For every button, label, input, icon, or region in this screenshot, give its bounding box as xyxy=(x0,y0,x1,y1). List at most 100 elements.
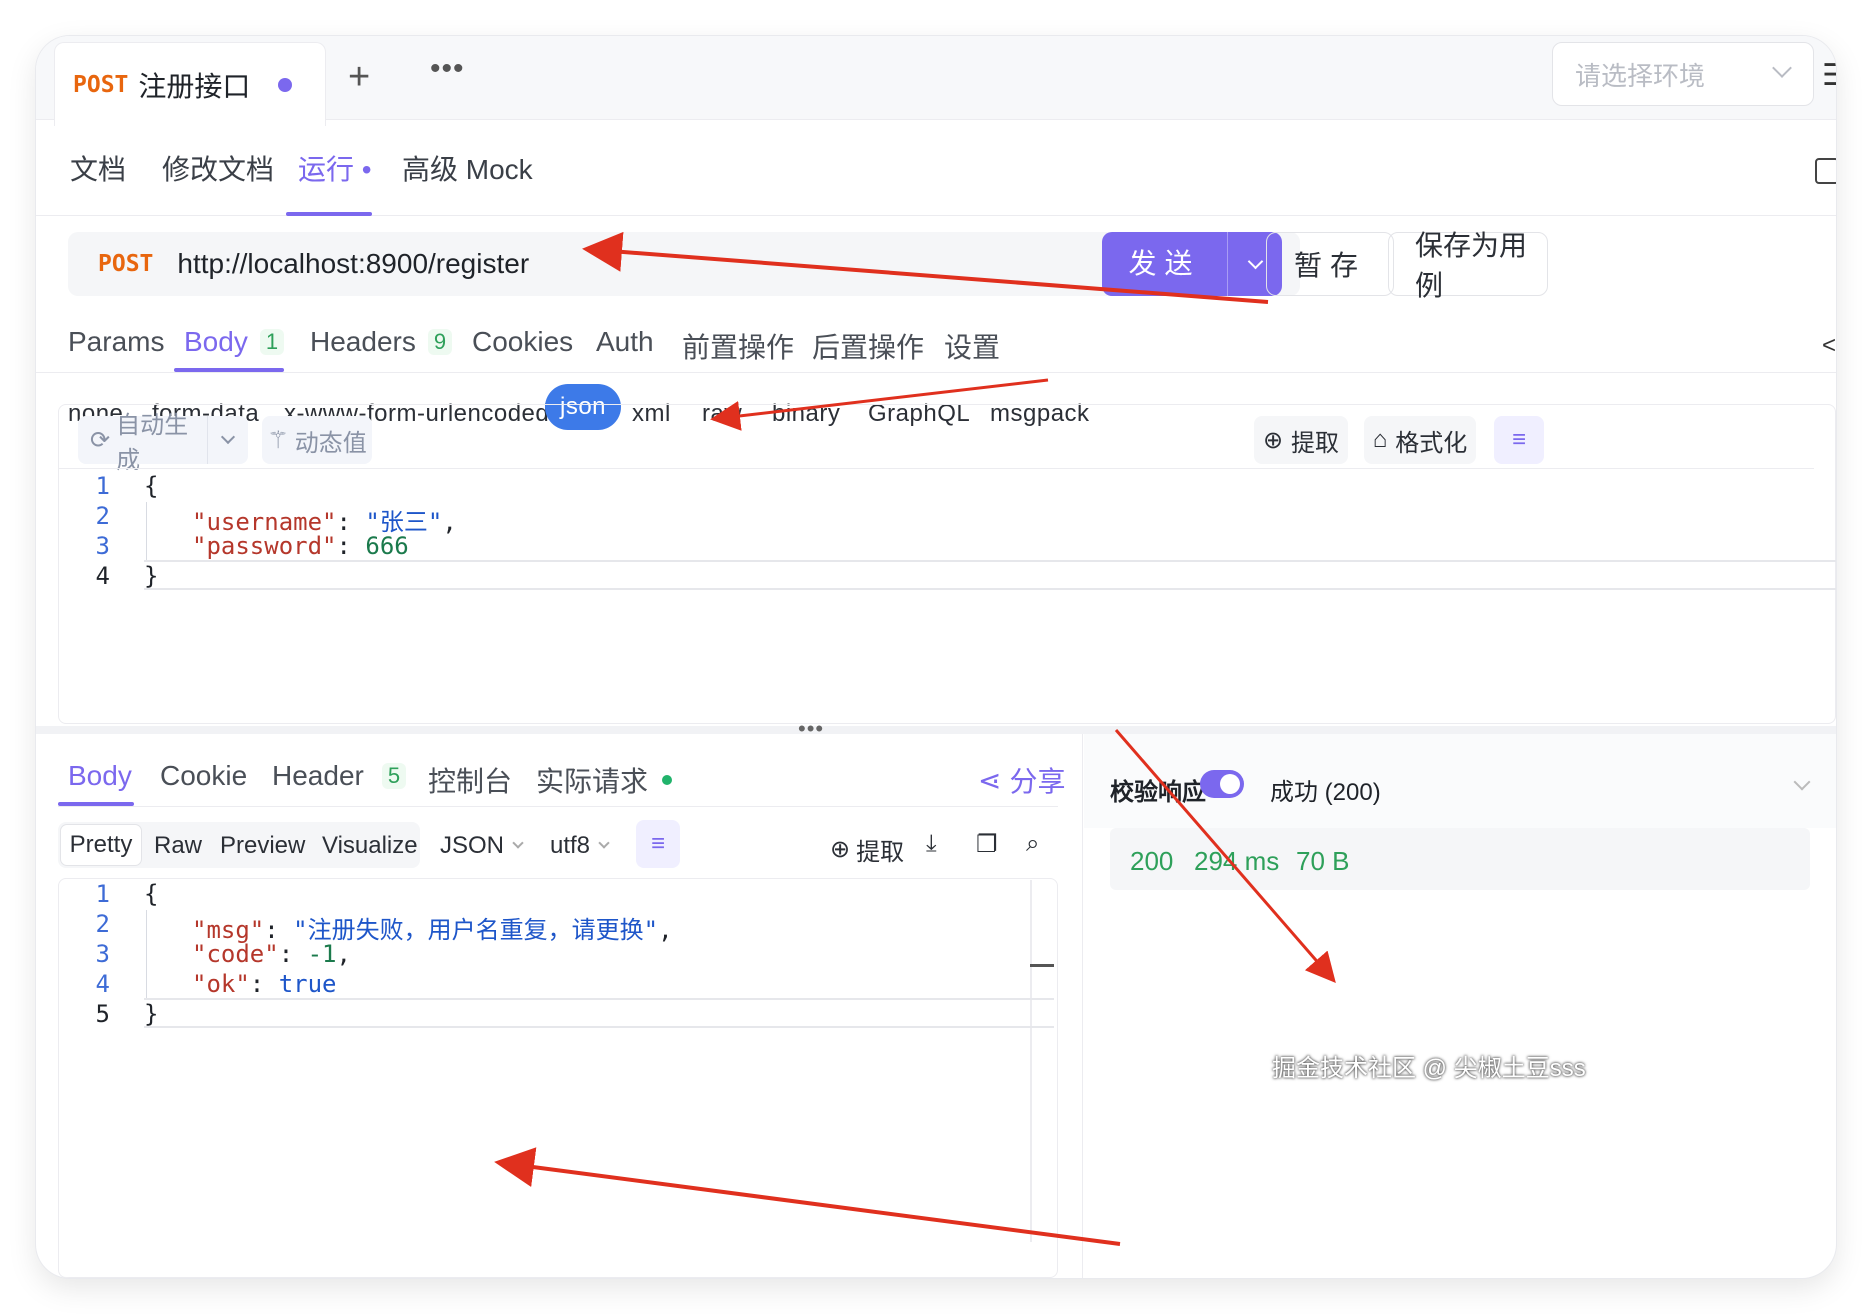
chevron-down-icon xyxy=(598,837,610,849)
splitter-handle-icon[interactable]: ••• xyxy=(798,716,824,742)
tab-params[interactable]: Params xyxy=(68,326,164,358)
code-line-ok[interactable]: "ok": true xyxy=(192,970,337,998)
send-button[interactable]: 发送 xyxy=(1102,232,1282,296)
environment-select[interactable]: 请选择环境 xyxy=(1552,42,1814,106)
scroll-position-marker xyxy=(1030,964,1054,967)
tab-settings[interactable]: 设置 xyxy=(944,326,1000,366)
response-tab-actual-request-label: 实际请求 xyxy=(536,766,649,797)
tab-docs[interactable]: 文档 xyxy=(70,148,126,188)
tab-advanced-mock[interactable]: 高级 Mock xyxy=(402,148,533,188)
magic-wand-icon: ⚚ xyxy=(267,426,289,454)
share-icon: ⋖ xyxy=(978,764,1002,796)
format-button[interactable]: ⌂ 格式化 xyxy=(1364,416,1476,464)
code-line-code[interactable]: "code": -1, xyxy=(192,940,351,968)
tab-params-label: Params xyxy=(68,326,165,357)
side-panel-icon[interactable] xyxy=(1815,158,1836,184)
unsaved-dot-icon xyxy=(278,77,293,92)
dynamic-value-button[interactable]: ⚚ 动态值 xyxy=(262,416,372,464)
wrap-lines-icon[interactable]: ≡ xyxy=(1494,416,1544,464)
tab-auth[interactable]: Auth xyxy=(596,326,654,358)
tab-run[interactable]: 运行 • xyxy=(298,148,372,188)
response-tab-body-label: Body xyxy=(68,760,132,791)
tab-post-ops[interactable]: 后置操作 xyxy=(812,326,924,366)
tab-cookies[interactable]: Cookies xyxy=(472,326,573,358)
encoding-select-value: utf8 xyxy=(550,832,591,859)
line-number: 2 xyxy=(95,910,110,938)
tab-body[interactable]: Body 1 xyxy=(184,326,285,358)
response-tabs-divider xyxy=(58,806,1058,807)
auto-generate-label: 自动生成 xyxy=(116,412,189,474)
view-visualize[interactable]: Visualize xyxy=(322,832,418,860)
response-tab-cookie-label: Cookie xyxy=(160,760,248,791)
current-line-highlight xyxy=(144,998,1054,1028)
auto-generate-button[interactable]: ⟳ 自动生成 xyxy=(78,412,248,474)
json-key: "code" xyxy=(192,940,279,968)
extract-button[interactable]: ⊕ 提取 xyxy=(1254,416,1348,464)
request-tab[interactable]: POST 注册接口 xyxy=(54,42,326,126)
stash-button[interactable]: 暂存 xyxy=(1266,232,1394,296)
chevron-down-icon xyxy=(512,837,524,849)
line-number: 3 xyxy=(95,940,110,968)
copy-icon[interactable]: ❐ xyxy=(976,830,998,859)
app-window: POST 注册接口 + ••• 请选择环境 ☰ 文档 修改文档 运行 • 高级 … xyxy=(36,36,1836,1278)
watermark: 掘金技术社区 @ 尖椒土豆sss xyxy=(1272,1055,1586,1082)
headers-count-badge: 9 xyxy=(427,329,453,355)
share-button[interactable]: ⋖ 分享 xyxy=(978,760,1065,800)
environment-placeholder: 请选择环境 xyxy=(1575,60,1706,91)
line-number: 4 xyxy=(95,970,110,998)
format-select[interactable]: JSON xyxy=(440,832,524,860)
format-label: 格式化 xyxy=(1395,429,1468,457)
search-icon[interactable]: ⌕ xyxy=(1026,830,1039,858)
json-number-value: 666 xyxy=(365,532,409,560)
more-dots-icon[interactable]: ••• xyxy=(430,52,465,86)
response-header-count-badge: 5 xyxy=(381,763,407,789)
indent-guide xyxy=(146,502,147,562)
response-tab-console[interactable]: 控制台 xyxy=(428,760,512,800)
download-icon[interactable]: ⤓ xyxy=(926,830,937,858)
menu-icon[interactable]: ☰ xyxy=(1822,58,1836,93)
view-pretty[interactable]: Pretty xyxy=(60,824,142,866)
format-icon: ⌂ xyxy=(1372,426,1388,453)
new-tab-plus-icon[interactable]: + xyxy=(348,58,370,96)
code-icon[interactable]: </ xyxy=(1822,332,1836,360)
tab-pre-ops[interactable]: 前置操作 xyxy=(682,326,794,366)
url-method[interactable]: POST xyxy=(98,251,153,277)
view-raw[interactable]: Raw xyxy=(154,832,202,860)
url-input[interactable]: http://localhost:8900/register xyxy=(177,248,529,280)
code-close-brace[interactable]: } xyxy=(144,562,158,590)
extract-icon: ⊕ xyxy=(830,836,851,863)
response-tab-body[interactable]: Body xyxy=(68,760,132,792)
response-tab-actual-request[interactable]: 实际请求 xyxy=(536,760,673,800)
request-tab-method: POST xyxy=(73,71,129,98)
send-label[interactable]: 发送 xyxy=(1102,232,1228,296)
wrap-lines-icon[interactable]: ≡ xyxy=(636,820,680,868)
tab-edit-docs[interactable]: 修改文档 xyxy=(162,148,274,188)
tab-settings-label: 设置 xyxy=(944,332,1001,363)
response-tab-cookie[interactable]: Cookie xyxy=(160,760,247,792)
save-as-case-button[interactable]: 保存为用例 xyxy=(1388,230,1548,301)
response-extract-button[interactable]: ⊕ 提取 xyxy=(830,832,904,867)
tab-headers[interactable]: Headers 9 xyxy=(310,326,453,358)
status-dot-icon xyxy=(662,775,673,785)
current-line-highlight xyxy=(144,560,1836,590)
json-number-value: -1 xyxy=(307,940,337,968)
tab-auth-label: Auth xyxy=(596,326,654,357)
response-tab-header[interactable]: Header 5 xyxy=(272,760,407,792)
panel-splitter[interactable] xyxy=(36,726,1836,734)
line-number: 4 xyxy=(95,562,110,590)
line-number: 3 xyxy=(95,532,110,560)
tab-cookies-label: Cookies xyxy=(472,326,574,357)
view-preview[interactable]: Preview xyxy=(220,832,305,860)
share-label: 分享 xyxy=(1009,766,1066,797)
code-line-password[interactable]: "password": 666 xyxy=(192,532,409,560)
validation-result[interactable]: 成功 (200) xyxy=(1270,772,1381,807)
encoding-select[interactable]: utf8 xyxy=(550,832,610,860)
code-open-brace[interactable]: { xyxy=(144,880,158,908)
code-close-brace[interactable]: } xyxy=(144,1000,158,1028)
code-open-brace[interactable]: { xyxy=(144,472,158,500)
auto-generate-chevron-icon[interactable] xyxy=(208,429,248,445)
response-extract-label: 提取 xyxy=(856,839,905,866)
response-size: 70 B xyxy=(1296,846,1350,876)
body-count-badge: 1 xyxy=(259,329,285,355)
response-scrollbar[interactable] xyxy=(1030,880,1032,1242)
